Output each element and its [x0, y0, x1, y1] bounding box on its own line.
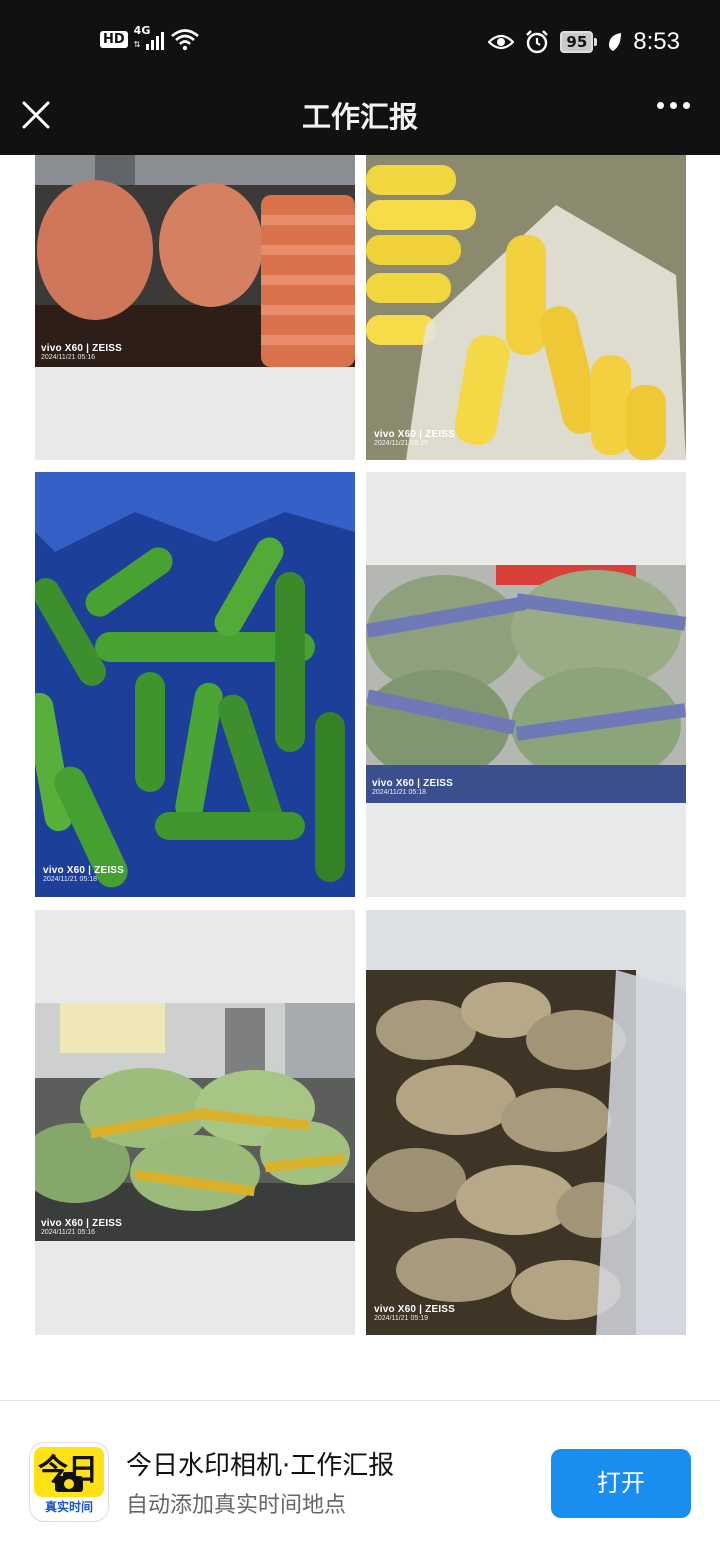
status-right: 95 8:53 — [488, 28, 680, 56]
leaf-icon — [609, 33, 622, 51]
status-bar: HD 4G ⇅ 95 8:53 — [0, 0, 720, 84]
camera-icon — [55, 1472, 83, 1492]
photo-watermark: vivo X60 | ZEISS 2024/11/21 05:18 — [43, 865, 125, 883]
wifi-icon — [170, 29, 199, 51]
photo-ginger[interactable]: vivo X60 | ZEISS 2024/11/21 05:19 — [366, 910, 686, 1335]
alarm-icon — [526, 30, 549, 54]
title-bar: 工作汇报 — [0, 84, 720, 155]
photo-watermark: vivo X60 | ZEISS 2024/11/21 05:18 — [372, 778, 454, 796]
photo-bagged-vegetables[interactable]: vivo X60 | ZEISS 2024/11/21 05:16 — [35, 910, 355, 1335]
banner-subtitle: 自动添加真实时间地点 — [126, 1493, 347, 1518]
app-icon[interactable]: 今日 真实时间 — [30, 1443, 108, 1521]
status-left: HD 4G ⇅ — [100, 24, 200, 52]
app-banner: 今日 真实时间 今日水印相机·工作汇报 自动添加真实时间地点 打开 — [0, 1400, 720, 1561]
photo-carrots[interactable]: vivo X60 | ZEISS 2024/11/21 05:16 — [35, 155, 355, 460]
signal-icon: 4G ⇅ — [134, 24, 164, 52]
hd-badge: HD — [100, 30, 128, 48]
photo-bagged-greens[interactable]: vivo X60 | ZEISS 2024/11/21 05:18 — [366, 472, 686, 897]
battery-level: 95 — [560, 31, 594, 53]
more-icon[interactable] — [657, 102, 690, 109]
photo-watermark: vivo X60 | ZEISS 2024/11/21 05:15 — [374, 429, 456, 447]
page-title: 工作汇报 — [301, 100, 418, 134]
open-button[interactable]: 打开 — [551, 1449, 691, 1518]
photo-green-peppers[interactable]: vivo X60 | ZEISS 2024/11/21 05:18 — [35, 472, 355, 897]
photo-watermark: vivo X60 | ZEISS 2024/11/21 05:19 — [374, 1304, 456, 1322]
banner-title: 今日水印相机·工作汇报 — [126, 1451, 395, 1481]
battery-icon: 95 — [560, 31, 598, 53]
app-icon-label: 真实时间 — [44, 1500, 93, 1514]
photo-corn[interactable]: vivo X60 | ZEISS 2024/11/21 05:15 — [366, 155, 686, 460]
photo-grid: vivo X60 | ZEISS 2024/11/21 05:16 vivo X… — [0, 155, 720, 1400]
photo-watermark: vivo X60 | ZEISS 2024/11/21 05:16 — [41, 1218, 123, 1236]
eye-icon — [488, 34, 515, 50]
photo-watermark: vivo X60 | ZEISS 2024/11/21 05:16 — [41, 343, 123, 361]
clock: 8:53 — [633, 28, 680, 55]
